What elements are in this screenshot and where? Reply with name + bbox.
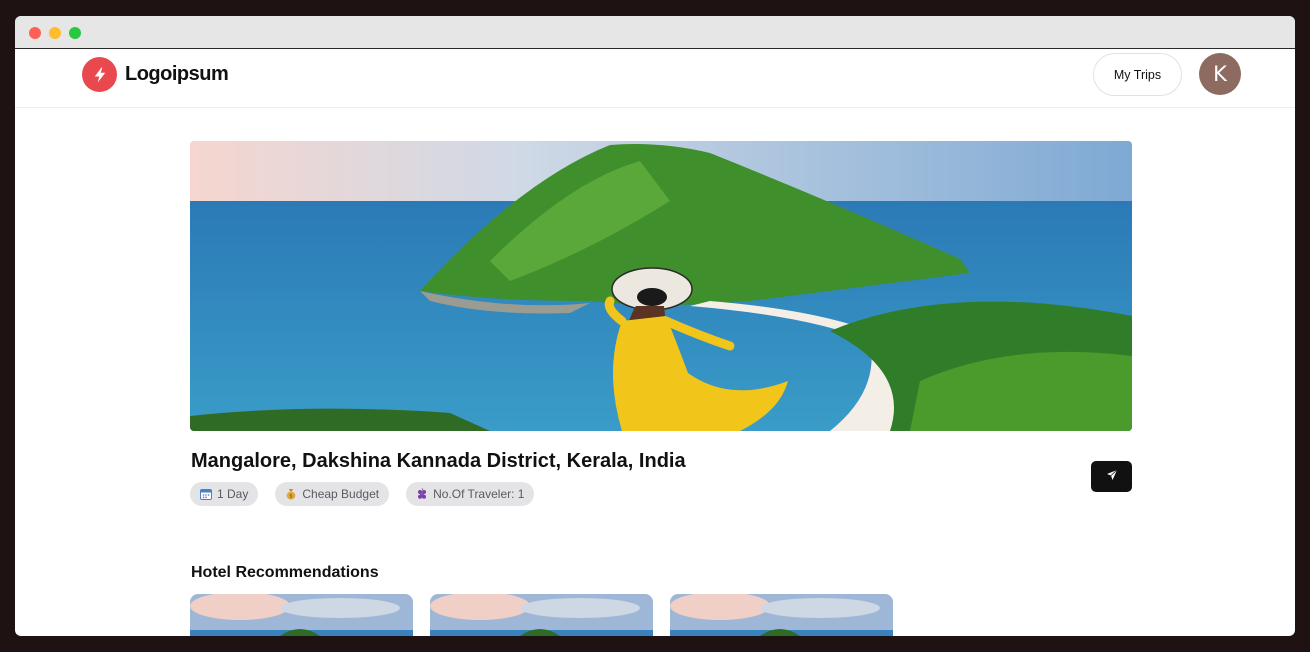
title-bar bbox=[15, 16, 1295, 49]
chip-budget-label: Cheap Budget bbox=[302, 487, 380, 501]
navbar: Logoipsum My Trips K bbox=[15, 49, 1295, 108]
minimize-window-button[interactable] bbox=[49, 27, 61, 39]
chip-duration: 1 Day bbox=[190, 482, 259, 506]
close-window-button[interactable] bbox=[29, 27, 41, 39]
chip-duration-label: 1 Day bbox=[217, 487, 249, 501]
chip-travelers: No.Of Traveler: 1 bbox=[406, 482, 535, 506]
chip-travelers-label: No.Of Traveler: 1 bbox=[433, 487, 525, 501]
hotel-card[interactable] bbox=[670, 594, 893, 636]
hero-image bbox=[190, 141, 1132, 431]
browser-window: Logoipsum My Trips K Mangalore, Dakshina… bbox=[15, 16, 1295, 636]
svg-text:$: $ bbox=[290, 494, 294, 500]
hotel-image bbox=[430, 594, 653, 636]
logo[interactable]: Logoipsum bbox=[82, 57, 229, 92]
hotel-list bbox=[190, 594, 893, 636]
my-trips-button[interactable]: My Trips bbox=[1093, 53, 1182, 96]
chip-budget: $ Cheap Budget bbox=[275, 482, 390, 506]
hotel-card[interactable] bbox=[190, 594, 413, 636]
hotel-image bbox=[670, 594, 893, 636]
calendar-icon bbox=[200, 488, 212, 500]
trip-location-title: Mangalore, Dakshina Kannada District, Ke… bbox=[191, 450, 686, 472]
hotel-card[interactable] bbox=[430, 594, 653, 636]
grapes-icon bbox=[416, 488, 428, 500]
share-button[interactable] bbox=[1091, 461, 1132, 492]
hotel-image bbox=[190, 594, 413, 636]
trip-info-chips: 1 Day $ Cheap Budget No.Of Traveler: 1 bbox=[190, 482, 535, 506]
money-bag-icon: $ bbox=[285, 488, 297, 500]
maximize-window-button[interactable] bbox=[69, 27, 81, 39]
send-icon bbox=[1106, 468, 1118, 486]
hotel-recommendations-title: Hotel Recommendations bbox=[191, 564, 379, 581]
avatar[interactable]: K bbox=[1199, 53, 1241, 95]
bolt-icon bbox=[82, 57, 117, 92]
logo-text: Logoipsum bbox=[125, 63, 229, 85]
